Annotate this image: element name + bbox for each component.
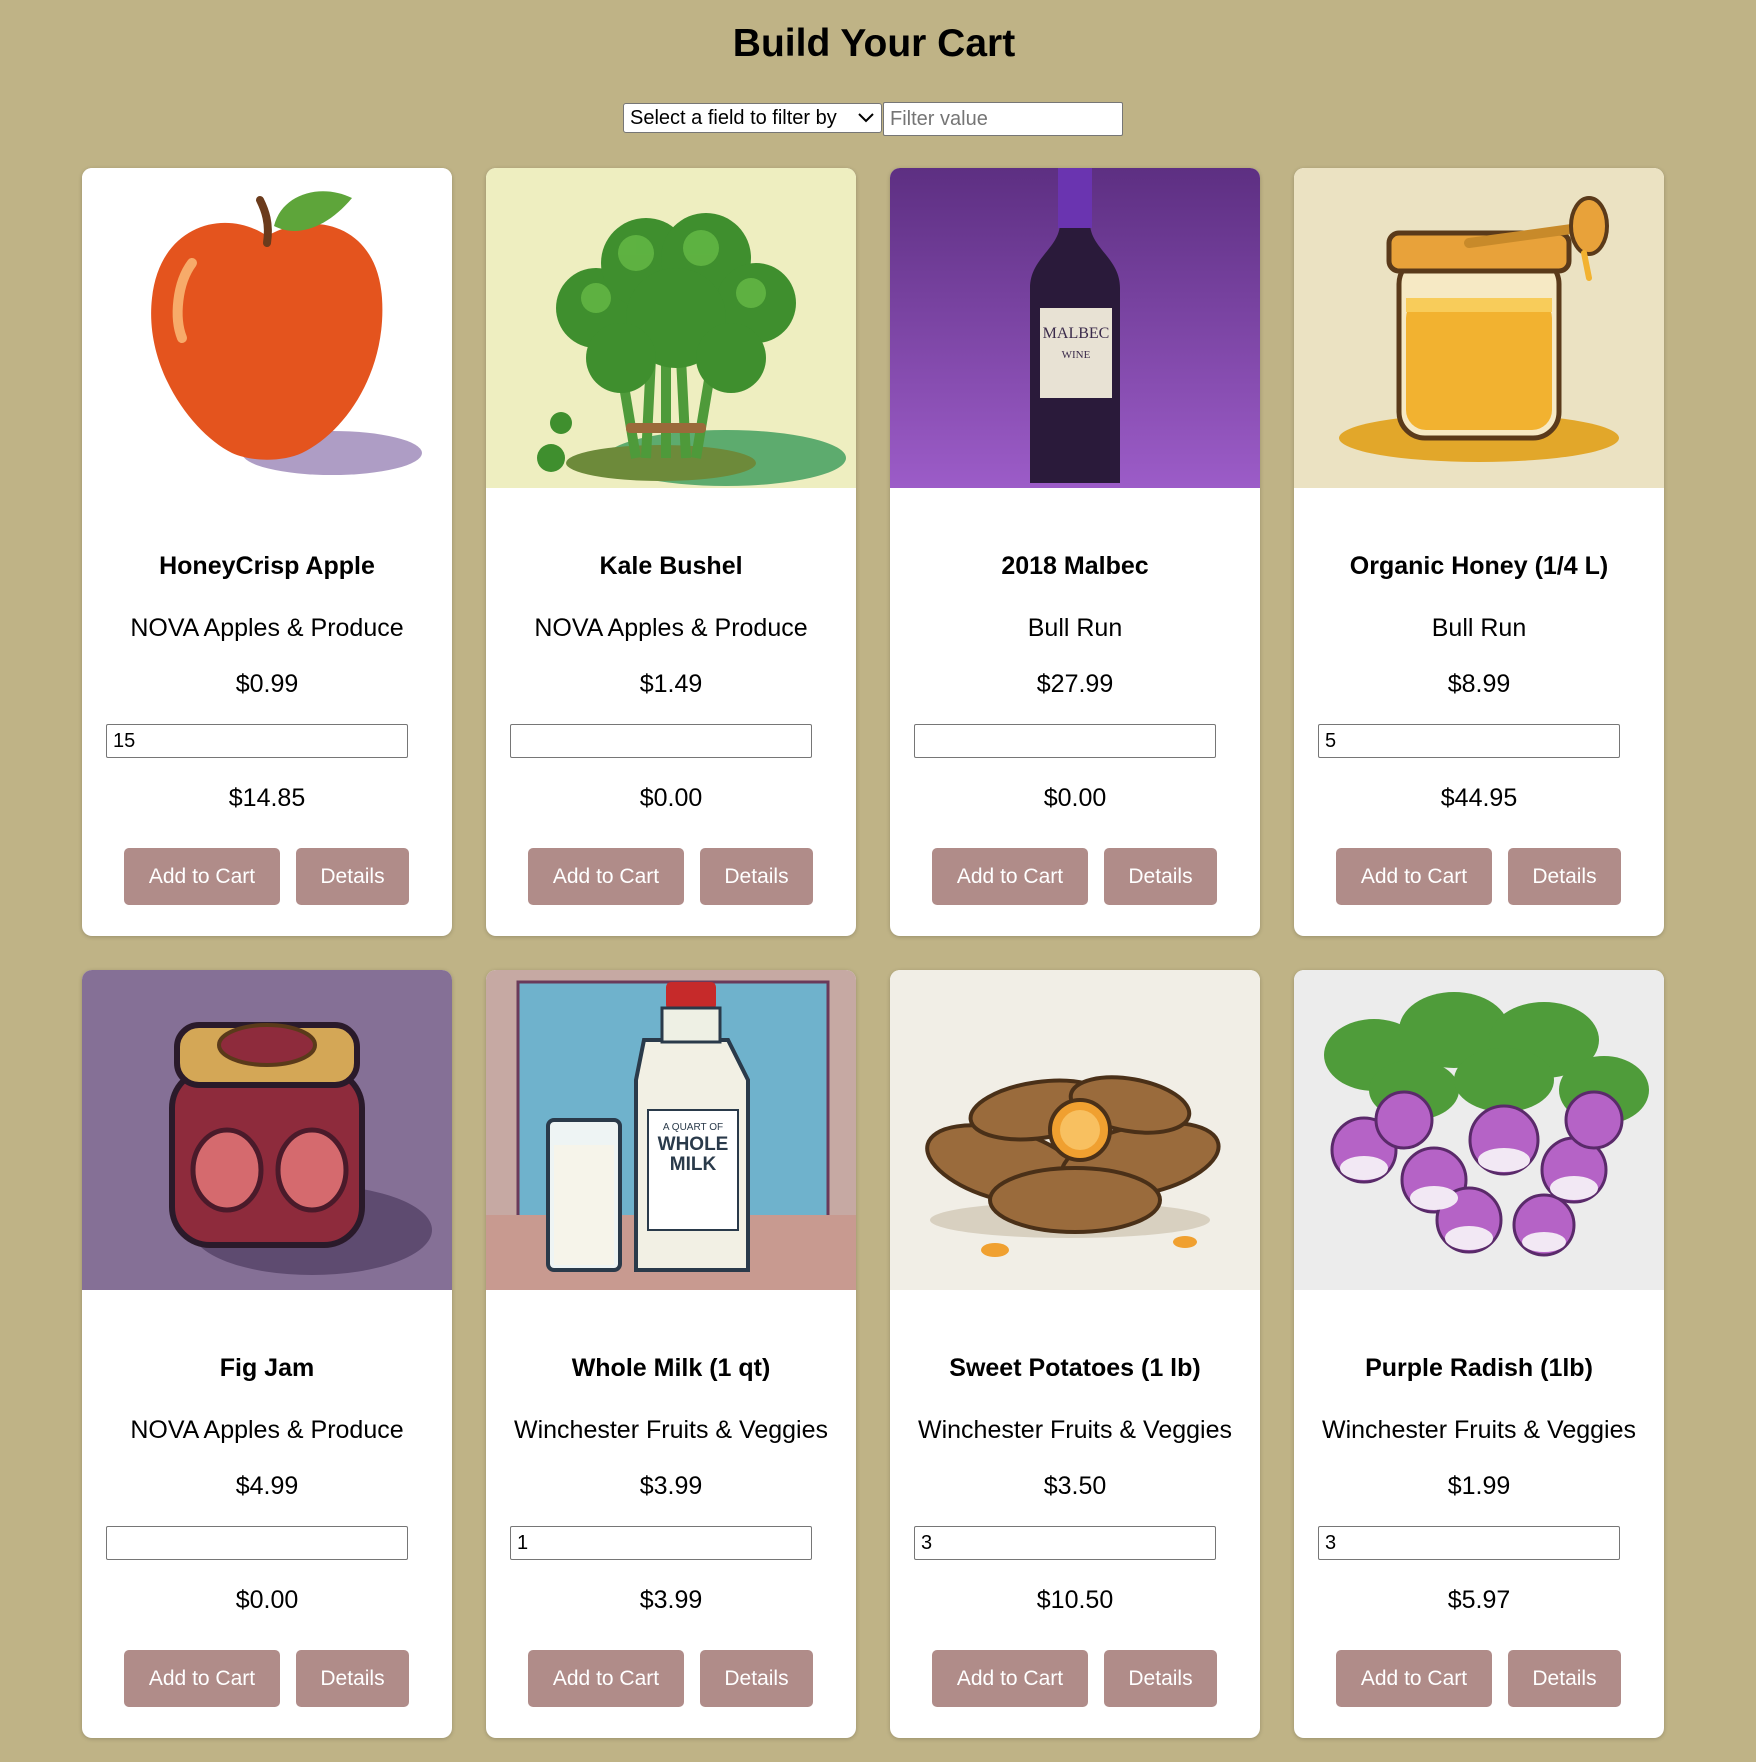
add-to-cart-button[interactable]: Add to Cart	[932, 848, 1088, 905]
product-price: $1.99	[1447, 1472, 1511, 1500]
milk-label-text-whole: WHOLE	[658, 1134, 729, 1155]
product-price: $3.50	[1043, 1472, 1107, 1500]
filter-value-input[interactable]	[883, 102, 1123, 136]
product-name: Purple Radish (1lb)	[1365, 1354, 1593, 1382]
filter-bar: Select a field to filter by	[623, 102, 1123, 136]
details-button[interactable]: Details	[296, 1650, 409, 1707]
milk-label-text-milk: MILK	[670, 1154, 717, 1175]
product-image-honey	[1294, 168, 1664, 488]
wine-label-text: MALBEC	[1043, 325, 1110, 342]
details-button[interactable]: Details	[700, 848, 813, 905]
add-to-cart-button[interactable]: Add to Cart	[124, 1650, 280, 1707]
product-card: HoneyCrisp Apple NOVA Apples & Produce $…	[82, 168, 452, 936]
milk-label-text: A QUART OF	[663, 1122, 723, 1133]
product-vendor: Bull Run	[1431, 614, 1527, 642]
product-price: $27.99	[1036, 670, 1114, 698]
product-price: $0.99	[235, 670, 299, 698]
add-to-cart-button[interactable]: Add to Cart	[932, 1650, 1088, 1707]
add-to-cart-button[interactable]: Add to Cart	[528, 848, 684, 905]
product-vendor: Winchester Fruits & Veggies	[917, 1416, 1232, 1444]
add-to-cart-button[interactable]: Add to Cart	[528, 1650, 684, 1707]
product-price: $4.99	[235, 1472, 299, 1500]
quantity-input[interactable]	[106, 1526, 408, 1560]
product-image-fig-jam	[82, 970, 452, 1290]
product-line-total: $44.95	[1440, 784, 1518, 812]
product-card: Purple Radish (1lb) Winchester Fruits & …	[1294, 970, 1664, 1738]
product-name: Whole Milk (1 qt)	[571, 1354, 771, 1382]
product-vendor: Bull Run	[1027, 614, 1123, 642]
product-image-radish	[1294, 970, 1664, 1290]
product-image-sweet-potatoes	[890, 970, 1260, 1290]
details-button[interactable]: Details	[700, 1650, 813, 1707]
quantity-input[interactable]	[914, 724, 1216, 758]
product-line-total: $5.97	[1447, 1586, 1511, 1614]
product-name: 2018 Malbec	[1001, 552, 1149, 580]
product-vendor: NOVA Apples & Produce	[130, 1416, 404, 1444]
quantity-input[interactable]	[1318, 1526, 1620, 1560]
product-name: Kale Bushel	[599, 552, 743, 580]
product-name: Organic Honey (1/4 L)	[1349, 552, 1609, 580]
add-to-cart-button[interactable]: Add to Cart	[124, 848, 280, 905]
quantity-input[interactable]	[914, 1526, 1216, 1560]
product-vendor: NOVA Apples & Produce	[130, 614, 404, 642]
page-title: Build Your Cart	[732, 22, 1016, 65]
filter-field-select[interactable]: Select a field to filter by	[623, 103, 882, 133]
quantity-input[interactable]	[510, 1526, 812, 1560]
product-line-total: $14.85	[228, 784, 306, 812]
product-name: HoneyCrisp Apple	[159, 552, 375, 580]
product-image-wine: MALBEC WINE	[890, 168, 1260, 488]
add-to-cart-button[interactable]: Add to Cart	[1336, 1650, 1492, 1707]
product-card: Organic Honey (1/4 L) Bull Run $8.99 $44…	[1294, 168, 1664, 936]
product-name: Fig Jam	[219, 1354, 315, 1382]
details-button[interactable]: Details	[1104, 848, 1217, 905]
product-image-milk: A QUART OF WHOLE MILK	[486, 970, 856, 1290]
product-vendor: Winchester Fruits & Veggies	[513, 1416, 828, 1444]
product-vendor: NOVA Apples & Produce	[534, 614, 808, 642]
product-image-kale	[486, 168, 856, 488]
add-to-cart-button[interactable]: Add to Cart	[1336, 848, 1492, 905]
product-line-total: $0.00	[235, 1586, 299, 1614]
details-button[interactable]: Details	[1508, 1650, 1621, 1707]
details-button[interactable]: Details	[296, 848, 409, 905]
product-line-total: $0.00	[639, 784, 703, 812]
product-line-total: $0.00	[1043, 784, 1107, 812]
wine-label-subtext: WINE	[1062, 349, 1091, 361]
product-price: $1.49	[639, 670, 703, 698]
product-line-total: $10.50	[1036, 1586, 1114, 1614]
filter-field-select-label: Select a field to filter by	[630, 106, 837, 129]
product-line-total: $3.99	[639, 1586, 703, 1614]
quantity-input[interactable]	[510, 724, 812, 758]
product-card: Kale Bushel NOVA Apples & Produce $1.49 …	[486, 168, 856, 936]
details-button[interactable]: Details	[1508, 848, 1621, 905]
details-button[interactable]: Details	[1104, 1650, 1217, 1707]
product-card: Sweet Potatoes (1 lb) Winchester Fruits …	[890, 970, 1260, 1738]
product-price: $3.99	[639, 1472, 703, 1500]
quantity-input[interactable]	[1318, 724, 1620, 758]
chevron-down-icon	[857, 112, 875, 124]
product-card: Fig Jam NOVA Apples & Produce $4.99 $0.0…	[82, 970, 452, 1738]
product-card: MALBEC WINE 2018 Malbec Bull Run $27.99 …	[890, 168, 1260, 936]
product-vendor: Winchester Fruits & Veggies	[1321, 1416, 1636, 1444]
quantity-input[interactable]	[106, 724, 408, 758]
product-image-apple	[82, 168, 452, 488]
product-card: A QUART OF WHOLE MILK Whole Milk (1 qt) …	[486, 970, 856, 1738]
product-name: Sweet Potatoes (1 lb)	[949, 1354, 1201, 1382]
product-price: $8.99	[1447, 670, 1511, 698]
